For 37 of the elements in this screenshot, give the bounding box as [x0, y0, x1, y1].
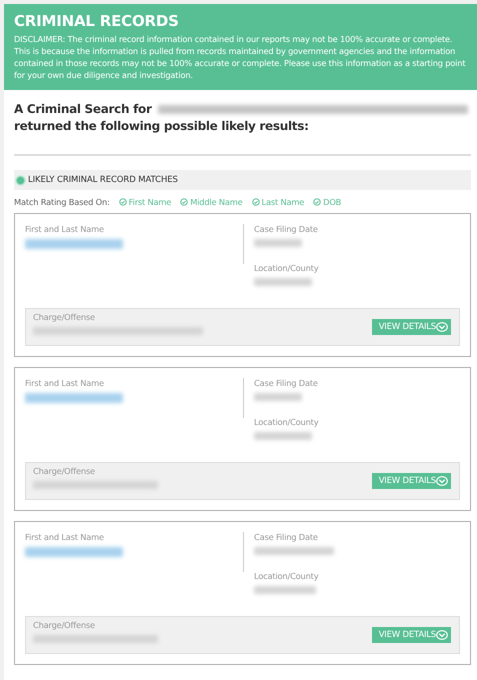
field-label: Location/County	[254, 417, 318, 428]
field-label: Location/County	[254, 571, 320, 582]
criterion-label: Last Name	[262, 197, 304, 207]
blurred-text	[254, 393, 302, 401]
search-heading: returned the following possible likely results:	[14, 118, 309, 135]
check-circle-icon	[313, 198, 322, 206]
field-label: Charge/Offense	[33, 312, 96, 323]
field-label: Case Filing Date	[254, 378, 318, 389]
criterion-label: Middle Name	[190, 197, 243, 207]
match-rating-label: Match Rating Based On:	[14, 197, 110, 207]
criterion-label: DOB	[323, 197, 342, 207]
field-label: First and Last Name	[25, 224, 105, 235]
chevron-down-icon	[436, 476, 448, 486]
criterion-label: First Name	[128, 197, 172, 207]
blurred-text	[254, 278, 312, 286]
view-details-button[interactable]: VIEW DETAILS	[372, 627, 451, 643]
field-label: First and Last Name	[25, 532, 105, 543]
chevron-down-icon	[436, 322, 448, 332]
field-label: Location/County	[254, 263, 318, 274]
check-circle-icon	[180, 198, 188, 206]
page-title: CRIMINAL RECORDS	[14, 12, 180, 30]
section-title: LIKELY CRIMINAL RECORD MATCHES	[28, 175, 178, 185]
check-circle-icon	[118, 198, 127, 206]
blurred-text	[254, 239, 302, 247]
view-details-button[interactable]: VIEW DETAILS	[372, 473, 451, 489]
search-heading: A Criminal Search for	[14, 101, 152, 118]
check-circle-icon	[252, 198, 260, 206]
disclaimer-text: DISCLAIMER: The criminal record information contained in our reports may not be 100% accurate or complete. This is because the information is pulled from records maintained by government agencies and the information contained in those records may not be 100% accurate or complete. Please use this information as a starting point for your own due diligence and investigation.	[14, 33, 466, 81]
field-label: Charge/Offense	[33, 620, 96, 631]
field-label: Case Filing Date	[254, 224, 318, 235]
chevron-down-icon	[436, 630, 448, 640]
blurred-text	[254, 432, 312, 440]
field-label: Case Filing Date	[254, 532, 319, 543]
field-label: Charge/Offense	[33, 466, 96, 477]
field-label: First and Last Name	[25, 378, 105, 389]
view-details-button[interactable]: VIEW DETAILS	[372, 319, 451, 335]
blurred-text	[254, 586, 316, 594]
